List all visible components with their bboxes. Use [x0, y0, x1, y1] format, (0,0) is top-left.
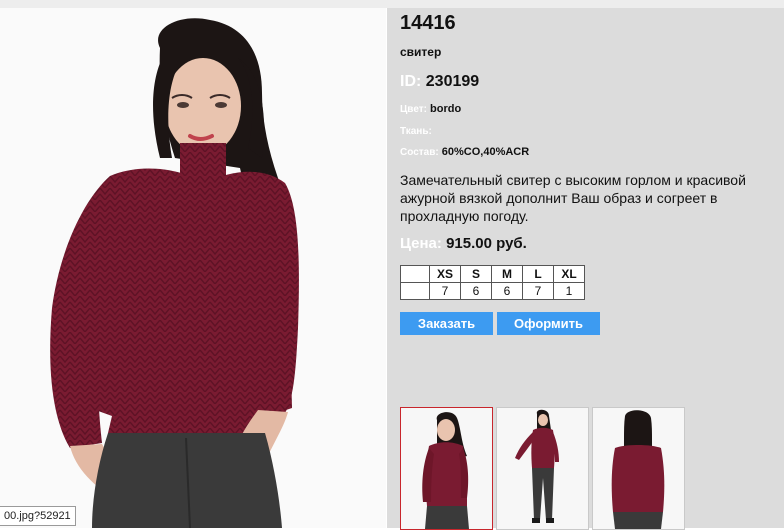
model-illustration	[50, 18, 299, 528]
fabric-attribute: Ткань:	[400, 125, 432, 137]
order-button[interactable]: Заказать	[400, 312, 493, 335]
product-id-value: 230199	[425, 73, 480, 90]
size-corner-cell	[400, 265, 430, 283]
size-header-m: M	[491, 265, 523, 283]
color-attribute: Цвет: bordo	[400, 103, 461, 115]
fabric-label: Ткань:	[400, 126, 432, 137]
price-label: Цена:	[400, 235, 442, 252]
thumbnail-back[interactable]	[592, 407, 685, 530]
size-qty-xs[interactable]: 7	[429, 282, 461, 300]
main-product-photo[interactable]	[0, 8, 386, 528]
color-label: Цвет:	[400, 104, 427, 115]
size-qty-xl[interactable]: 1	[553, 282, 585, 300]
size-header-s: S	[460, 265, 492, 283]
status-tooltip: 00.jpg?52921	[0, 506, 76, 526]
thumbnail-front-image	[401, 408, 492, 529]
composition-value: 60%CO,40%ACR	[441, 146, 530, 158]
color-value: bordo	[430, 103, 462, 115]
size-header-row: XS S M L XL	[400, 265, 585, 283]
size-header-xs: XS	[429, 265, 461, 283]
composition-attribute: Состав: 60%CO,40%ACR	[400, 146, 529, 158]
quantity-corner-cell	[400, 282, 430, 300]
product-description: Замечательный свитер с высоким горлом и …	[400, 172, 746, 224]
checkout-button[interactable]: Оформить	[497, 312, 600, 335]
product-type: свитер	[400, 45, 442, 59]
thumbnail-front[interactable]	[400, 407, 493, 530]
size-qty-m[interactable]: 6	[491, 282, 523, 300]
size-table: XS S M L XL 7 6 6 7 1	[400, 265, 585, 300]
product-id: ID: 230199	[400, 73, 479, 91]
size-qty-l[interactable]: 7	[522, 282, 554, 300]
price-value: 915.00 руб.	[446, 235, 527, 252]
thumbnail-back-image	[593, 408, 684, 529]
size-quantity-row: 7 6 6 7 1	[400, 282, 585, 300]
product-price: Цена: 915.00 руб.	[400, 235, 527, 252]
thumbnail-full-length[interactable]	[496, 407, 589, 530]
composition-label: Состав:	[400, 147, 439, 158]
size-qty-s[interactable]: 6	[460, 282, 492, 300]
size-header-l: L	[522, 265, 554, 283]
product-sku: 14416	[400, 12, 456, 34]
size-header-xl: XL	[553, 265, 585, 283]
product-id-label: ID:	[400, 73, 422, 90]
top-strip	[0, 0, 784, 8]
product-info-panel: 14416 свитер ID: 230199 Цвет: bordo Ткан…	[387, 8, 784, 530]
thumbnail-full-length-image	[497, 408, 588, 529]
